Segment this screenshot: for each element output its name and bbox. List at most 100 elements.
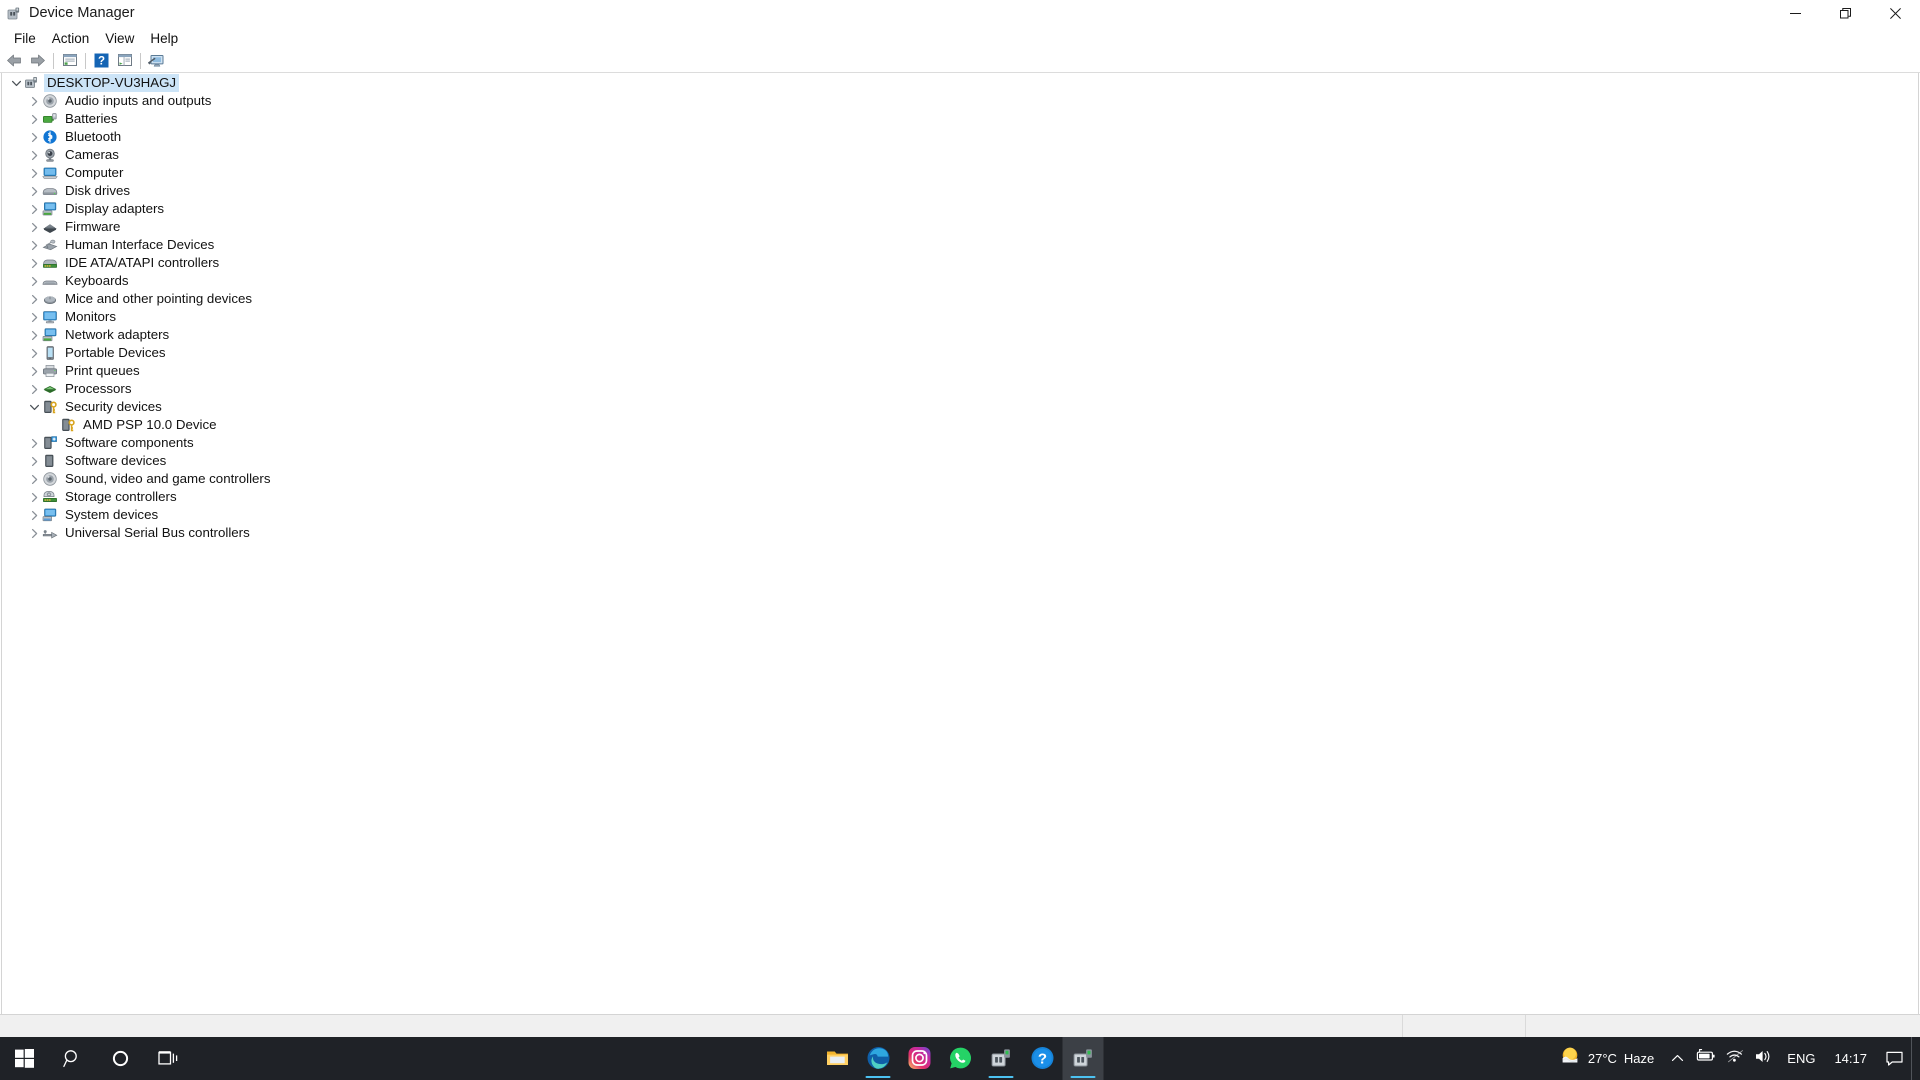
forward-button[interactable] [26, 50, 49, 72]
bluetooth-icon [42, 129, 58, 145]
show-desktop-button[interactable] [1911, 1037, 1920, 1080]
help-button[interactable]: ? [90, 50, 113, 72]
scan-for-hardware-changes-button[interactable] [145, 50, 168, 72]
minimize-button[interactable] [1770, 0, 1820, 27]
tree-item-monitors[interactable]: Monitors [2, 308, 1918, 326]
chevron-right-icon[interactable] [26, 525, 42, 541]
tree-item-label: Security devices [65, 399, 162, 414]
chevron-right-icon[interactable] [26, 201, 42, 217]
chevron-right-icon[interactable] [26, 489, 42, 505]
chevron-down-icon[interactable] [26, 399, 42, 415]
taskbar-file-explorer[interactable] [817, 1037, 858, 1080]
tree-item-sound-video-and-game-controllers[interactable]: Sound, video and game controllers [2, 470, 1918, 488]
chevron-right-icon[interactable] [26, 129, 42, 145]
tree-item-portable-devices[interactable]: Portable Devices [2, 344, 1918, 362]
tree-item-storage-controllers[interactable]: Storage controllers [2, 488, 1918, 506]
tree-item-keyboards[interactable]: Keyboards [2, 272, 1918, 290]
chevron-right-icon[interactable] [26, 507, 42, 523]
back-button[interactable] [3, 50, 26, 72]
chevron-right-icon[interactable] [26, 111, 42, 127]
battery-icon[interactable] [1695, 1049, 1716, 1068]
chevron-right-icon[interactable] [26, 453, 42, 469]
properties-button[interactable] [58, 50, 81, 72]
tree-item-cameras[interactable]: Cameras [2, 146, 1918, 164]
search-button[interactable] [48, 1037, 96, 1080]
tree-root-desktop-vu3hagj[interactable]: DESKTOP-VU3HAGJ [2, 74, 1918, 92]
chevron-right-icon[interactable] [26, 93, 42, 109]
menu-help[interactable]: Help [142, 28, 186, 49]
taskbar-device-manager-active[interactable] [1062, 1037, 1104, 1080]
chevron-right-icon[interactable] [26, 471, 42, 487]
tree-item-system-devices[interactable]: System devices [2, 506, 1918, 524]
tray-overflow-button[interactable] [1664, 1037, 1690, 1080]
system-tray: 27°C Haze ENG 14:17 [1553, 1037, 1920, 1080]
show-hide-console-tree-button[interactable] [113, 50, 136, 72]
chevron-right-icon[interactable] [26, 309, 42, 325]
chevron-right-icon[interactable] [26, 381, 42, 397]
tree-item-audio-inputs-and-outputs[interactable]: Audio inputs and outputs [2, 92, 1918, 110]
tree-item-computer[interactable]: Computer [2, 164, 1918, 182]
menu-file[interactable]: File [6, 28, 44, 49]
tree-item-display-adapters[interactable]: Display adapters [2, 200, 1918, 218]
speaker-volume-icon[interactable] [1754, 1049, 1773, 1069]
taskbar-microsoft-edge[interactable] [858, 1037, 899, 1080]
task-view-button[interactable] [144, 1037, 192, 1080]
tree-item-processors[interactable]: Processors [2, 380, 1918, 398]
tree-item-human-interface-devices[interactable]: Human Interface Devices [2, 236, 1918, 254]
tree-item-universal-serial-bus-controllers[interactable]: Universal Serial Bus controllers [2, 524, 1918, 542]
menu-action[interactable]: Action [44, 28, 98, 49]
chevron-right-icon[interactable] [26, 219, 42, 235]
tree-item-network-adapters[interactable]: Network adapters [2, 326, 1918, 344]
tree-item-firmware[interactable]: Firmware [2, 218, 1918, 236]
taskbar-device-manager-1[interactable] [981, 1037, 1022, 1080]
chevron-right-icon[interactable] [26, 273, 42, 289]
ide-controller-icon [42, 255, 58, 271]
cortana-button[interactable] [96, 1037, 144, 1080]
mouse-icon [42, 291, 58, 307]
tree-item-disk-drives[interactable]: Disk drives [2, 182, 1918, 200]
restore-button[interactable] [1820, 0, 1870, 27]
clock[interactable]: 14:17 [1824, 1037, 1877, 1080]
chevron-down-icon[interactable] [8, 75, 24, 91]
weather-widget[interactable]: 27°C Haze [1553, 1037, 1664, 1080]
tree-item-ide-ata-atapi-controllers[interactable]: IDE ATA/ATAPI controllers [2, 254, 1918, 272]
tree-item-amd-psp-10-0-device[interactable]: AMD PSP 10.0 Device [2, 416, 1918, 434]
tree-item-print-queues[interactable]: Print queues [2, 362, 1918, 380]
tree-item-software-devices[interactable]: Software devices [2, 452, 1918, 470]
chevron-right-icon[interactable] [26, 147, 42, 163]
firmware-icon [42, 219, 58, 235]
chevron-right-icon[interactable] [26, 345, 42, 361]
chevron-right-icon[interactable] [26, 435, 42, 451]
tree-item-label: Processors [65, 381, 132, 396]
chevron-right-icon[interactable] [26, 183, 42, 199]
chevron-right-icon[interactable] [26, 165, 42, 181]
chevron-right-icon[interactable] [26, 255, 42, 271]
language-indicator[interactable]: ENG [1778, 1037, 1824, 1080]
notification-icon[interactable] [1877, 1037, 1911, 1080]
close-button[interactable] [1870, 0, 1920, 27]
tree-item-security-devices[interactable]: Security devices [2, 398, 1918, 416]
status-pane-3 [1526, 1015, 1920, 1037]
device-manager-icon [989, 1046, 1013, 1075]
chevron-right-icon[interactable] [26, 291, 42, 307]
tree-item-batteries[interactable]: Batteries [2, 110, 1918, 128]
taskbar-whatsapp[interactable] [940, 1037, 981, 1080]
wifi-icon[interactable] [1726, 1049, 1744, 1068]
start-button[interactable] [0, 1037, 48, 1080]
running-indicator [865, 1076, 891, 1078]
menu-view[interactable]: View [97, 28, 142, 49]
taskbar-instagram[interactable] [899, 1037, 940, 1080]
chevron-right-icon[interactable] [26, 237, 42, 253]
title-bar[interactable]: Device Manager [0, 0, 1920, 27]
chevron-right-icon[interactable] [26, 363, 42, 379]
device-tree-pane[interactable]: DESKTOP-VU3HAGJ Audio inputs and outputs… [1, 73, 1919, 1014]
tree-item-bluetooth[interactable]: Bluetooth [2, 128, 1918, 146]
speaker-icon [42, 93, 58, 109]
taskbar-get-help[interactable]: ? [1022, 1037, 1063, 1080]
tree-item-mice-and-other-pointing-devices[interactable]: Mice and other pointing devices [2, 290, 1918, 308]
tree-item-software-components[interactable]: Software components [2, 434, 1918, 452]
toolbar-separator-1 [53, 52, 54, 69]
chevron-right-icon[interactable] [26, 327, 42, 343]
tree-item-label: Computer [65, 165, 124, 180]
tray-status-icons[interactable] [1690, 1037, 1778, 1080]
